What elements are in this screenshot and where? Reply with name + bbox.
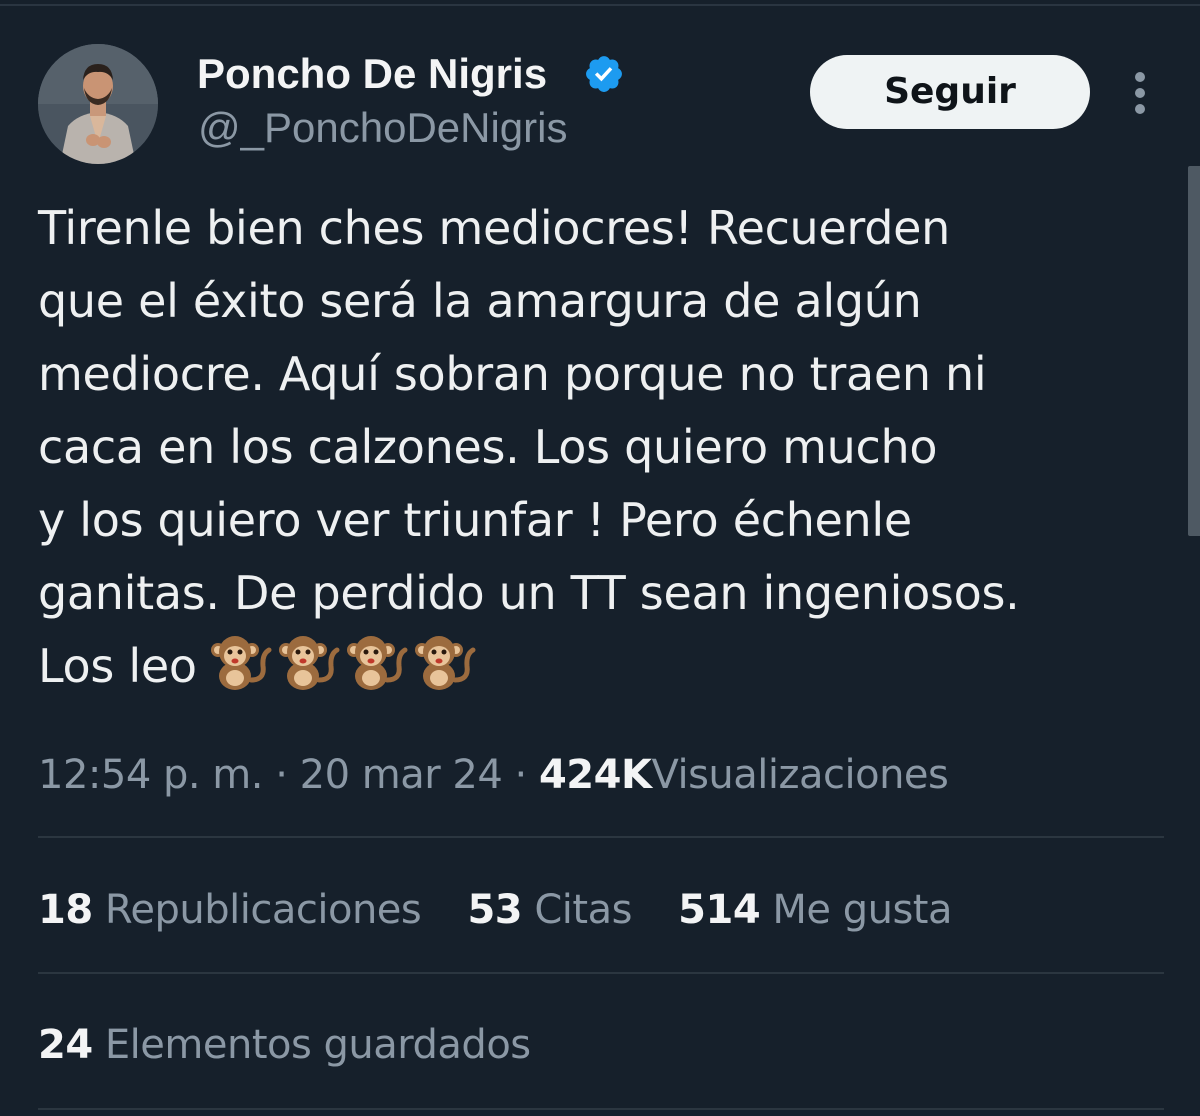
quotes-stat[interactable]: 53 Citas <box>467 883 632 937</box>
meta-separator: · <box>514 752 528 798</box>
engagement-stats: 18 Republicaciones 53 Citas 514 Me gusta <box>38 883 986 937</box>
emoji-row <box>205 630 477 713</box>
likes-count: 514 <box>678 887 761 933</box>
saves-stat[interactable]: 24 Elementos guardados <box>38 1018 565 1072</box>
reposts-label: Republicaciones <box>104 887 422 933</box>
quotes-label: Citas <box>534 887 632 933</box>
reposts-count: 18 <box>38 887 93 933</box>
monkey-emoji-icon <box>409 630 477 692</box>
tweet-line: Tirenle bien ches mediocres! Recuerden <box>38 201 950 255</box>
verified-badge-icon <box>586 56 622 92</box>
tweet-line: mediocre. Aquí sobran porque no traen ni <box>38 347 987 401</box>
likes-label: Me gusta <box>772 887 952 933</box>
more-options-icon[interactable] <box>1126 70 1154 116</box>
monkey-emoji-icon <box>205 630 273 692</box>
reposts-stat[interactable]: 18 Republicaciones <box>38 883 422 937</box>
monkey-emoji-icon <box>273 630 341 692</box>
tweet-date[interactable]: 20 mar 24 <box>300 752 503 798</box>
user-handle[interactable]: @_PonchoDeNigris <box>198 103 567 153</box>
tweet-time[interactable]: 12:54 p. m. <box>38 752 264 798</box>
divider <box>38 1108 1164 1110</box>
avatar[interactable] <box>38 44 158 164</box>
tweet-line: Los leo <box>38 639 197 693</box>
tweet-line: que el éxito será la amargura de algún <box>38 274 922 328</box>
likes-stat[interactable]: 514 Me gusta <box>678 883 952 937</box>
display-name[interactable]: Poncho De Nigris <box>197 48 547 100</box>
top-divider <box>0 4 1200 6</box>
quotes-count: 53 <box>467 887 523 933</box>
divider <box>38 972 1164 974</box>
tweet-line: ganitas. De perdido un TT sean ingenioso… <box>38 566 1020 620</box>
tweet-last-line: Los leo <box>38 630 1168 713</box>
saves-label: Elementos guardados <box>104 1022 531 1068</box>
views-count: 424K <box>538 752 652 798</box>
divider <box>38 836 1164 838</box>
tweet-line: caca en los calzones. Los quiero mucho <box>38 420 938 474</box>
tweet-text: Tirenle bien ches mediocres! Recuerden q… <box>38 192 1168 713</box>
tweet-meta: 12:54 p. m. · 20 mar 24 · 424KVisualizac… <box>38 748 949 802</box>
monkey-emoji-icon <box>341 630 409 692</box>
views-label: Visualizaciones <box>651 752 949 798</box>
meta-separator: · <box>275 752 288 798</box>
follow-button[interactable]: Seguir <box>810 55 1090 129</box>
tweet-line: y los quiero ver triunfar ! Pero échenle <box>38 493 912 547</box>
saves-count: 24 <box>38 1022 93 1068</box>
scrollbar-thumb[interactable] <box>1188 166 1200 536</box>
